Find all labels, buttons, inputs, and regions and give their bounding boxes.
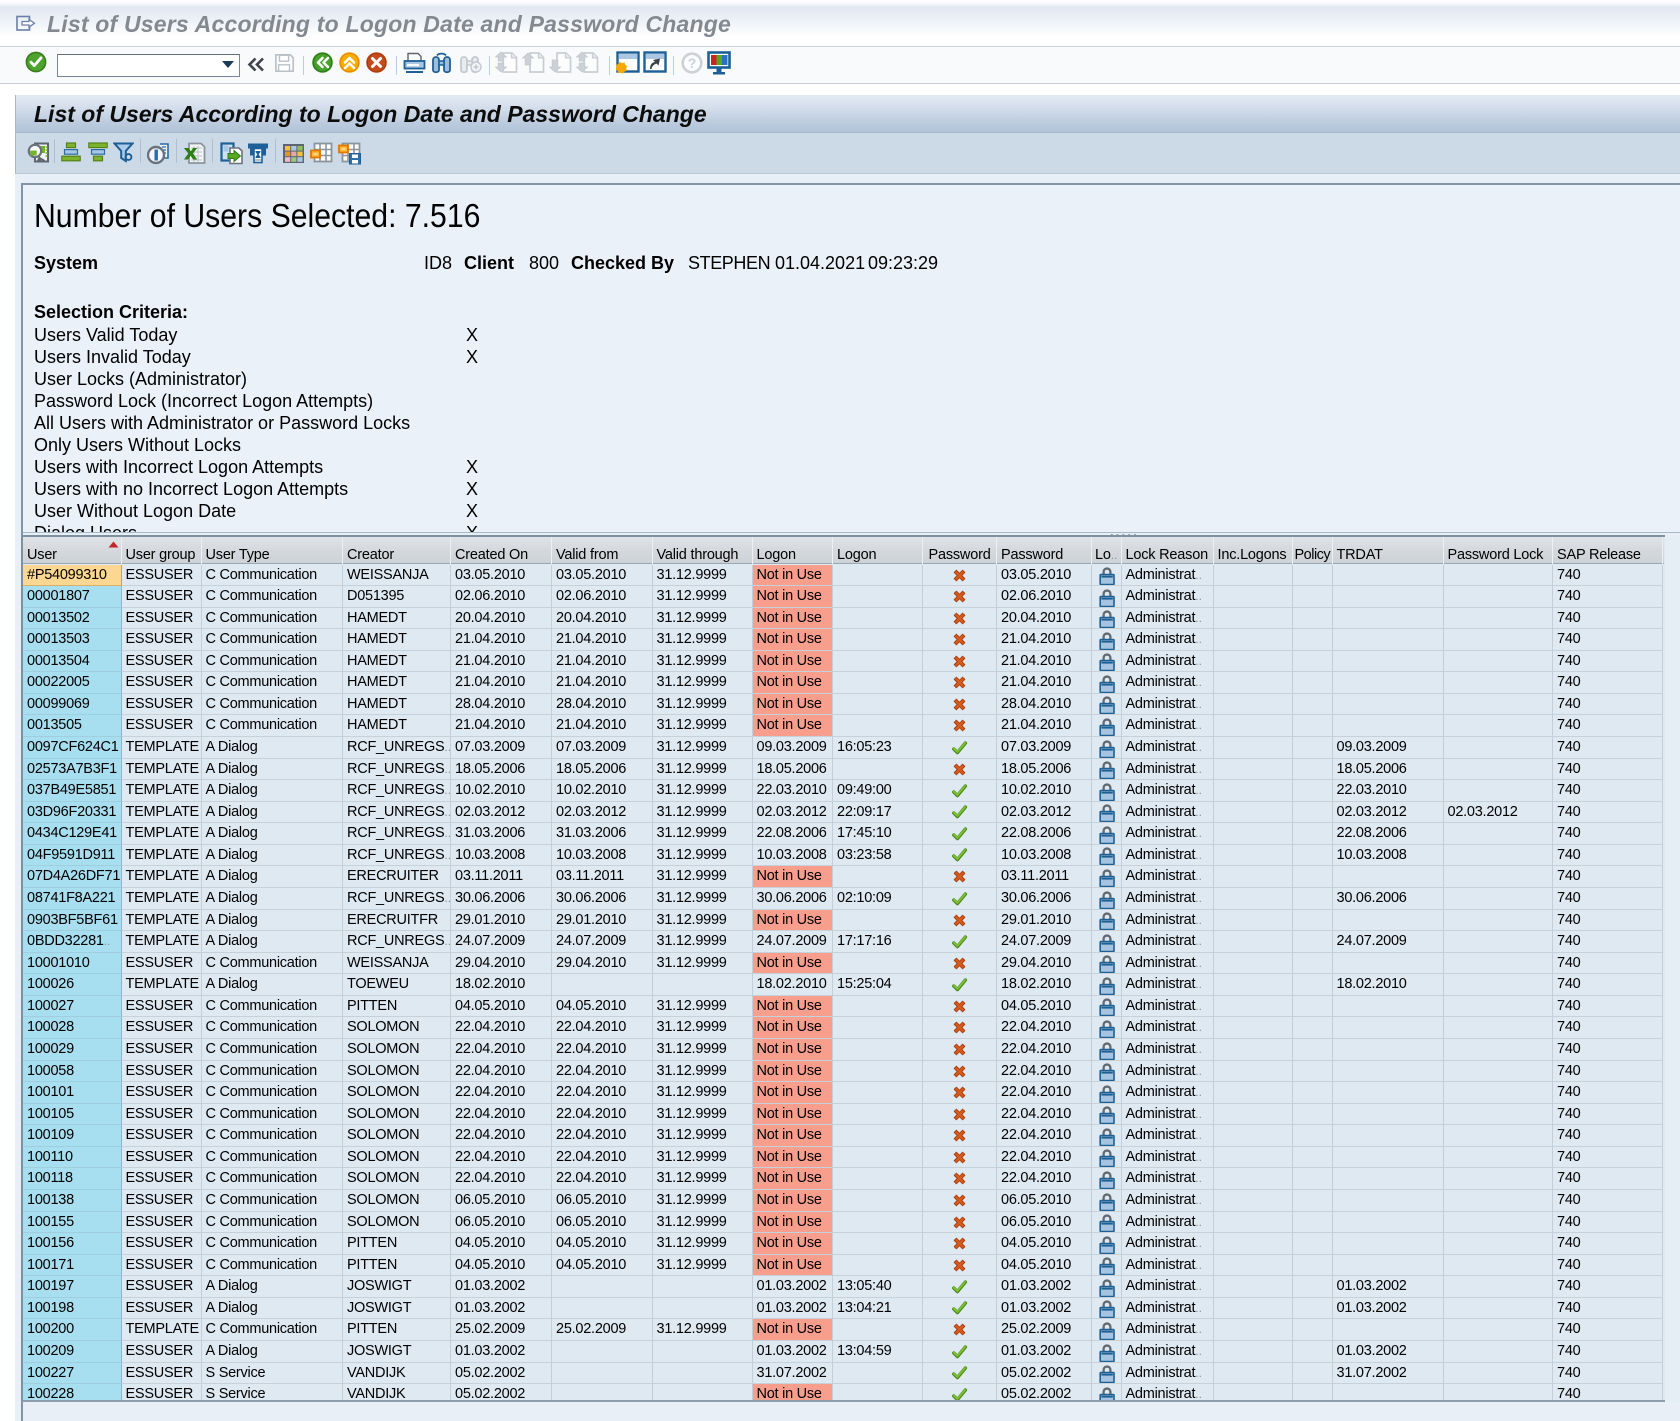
svg-text:?: ? [688, 55, 697, 71]
